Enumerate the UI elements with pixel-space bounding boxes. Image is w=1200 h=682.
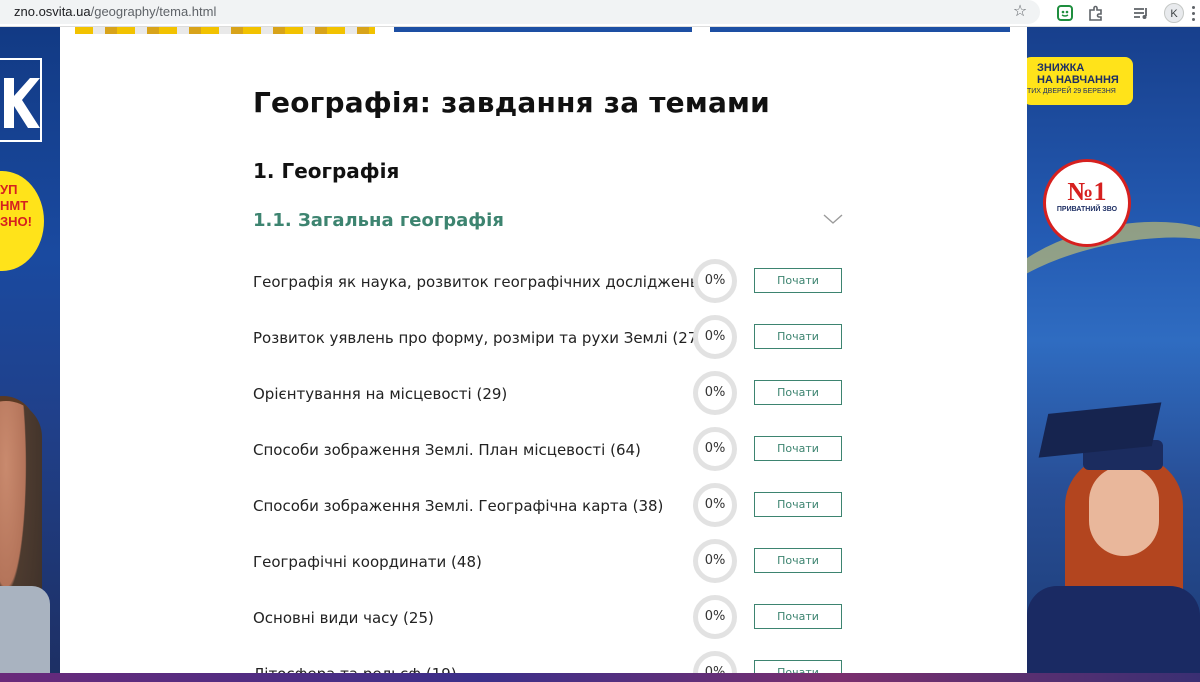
top-banner-strip[interactable]	[60, 26, 1027, 36]
progress-value: 0%	[704, 609, 726, 624]
topic-row: Способи зображення Землі. Географічна ка…	[253, 483, 853, 529]
ad-promo-text: УП НМТ ЗНО!	[0, 182, 32, 229]
profile-avatar[interactable]: K	[1164, 3, 1184, 23]
progress-ring: 0%	[693, 427, 737, 471]
ad-discount-text: ЗНИЖКА НА НАВЧАННЯ	[1037, 62, 1119, 86]
topic-row: Географія як наука, розвиток географічни…	[253, 259, 853, 305]
ad-discount-line1: ЗНИЖКА	[1037, 62, 1085, 74]
start-button[interactable]: Почати	[754, 324, 842, 349]
banner-stripe-left	[75, 26, 375, 34]
ad-graduate-face	[1089, 466, 1159, 556]
progress-ring: 0%	[693, 483, 737, 527]
start-button[interactable]: Почати	[754, 268, 842, 293]
ad-seal-caption: ПРИВАТНИЙ ЗВО	[1056, 206, 1118, 213]
progress-ring: 0%	[693, 315, 737, 359]
topic-label[interactable]: Основні види часу (25)	[253, 609, 434, 627]
media-queue-icon[interactable]	[1132, 4, 1150, 22]
progress-ring: 0%	[693, 259, 737, 303]
ad-number-one-seal: №1 ПРИВАТНИЙ ЗВО	[1043, 159, 1131, 247]
topic-row: Способи зображення Землі. План місцевост…	[253, 427, 853, 473]
subsection-accordion-header[interactable]: 1.1. Загальна географія	[253, 206, 843, 236]
topic-row: Орієнтування на місцевості (29) 0% Почат…	[253, 371, 853, 417]
progress-value: 0%	[704, 497, 726, 512]
url-path: /geography/tema.html	[90, 4, 217, 19]
puzzle-extensions-icon[interactable]	[1087, 4, 1105, 22]
topic-label[interactable]: Способи зображення Землі. Географічна ка…	[253, 497, 663, 515]
ad-graduate-gown	[1027, 586, 1200, 682]
topic-row: Географічні координати (48) 0% Почати	[253, 539, 853, 585]
topic-row: Розвиток уявлень про форму, розміри та р…	[253, 315, 853, 361]
chevron-down-icon[interactable]	[823, 212, 843, 224]
right-advertisement[interactable]: ЗНИЖКА НА НАВЧАННЯ ТИХ ДВЕРЕЙ 29 БЕРЕЗНЯ…	[1027, 26, 1200, 682]
ad-person-shirt	[0, 586, 50, 682]
topic-label[interactable]: Географічні координати (48)	[253, 553, 482, 571]
progress-value: 0%	[704, 273, 726, 288]
topic-label[interactable]: Орієнтування на місцевості (29)	[253, 385, 507, 403]
progress-value: 0%	[704, 553, 726, 568]
progress-value: 0%	[704, 385, 726, 400]
ad-discount-line2: НА НАВЧАННЯ	[1037, 74, 1119, 86]
progress-value: 0%	[704, 329, 726, 344]
topic-label[interactable]: Способи зображення Землі. План місцевост…	[253, 441, 641, 459]
page-title: Географія: завдання за темами	[253, 86, 770, 119]
start-button[interactable]: Почати	[754, 436, 842, 461]
ad-seal-number: №1	[1067, 177, 1107, 206]
topic-label[interactable]: Розвиток уявлень про форму, розміри та р…	[253, 329, 703, 347]
left-advertisement[interactable]: УП НМТ ЗНО!	[0, 26, 60, 682]
more-menu-icon[interactable]	[1190, 4, 1196, 22]
topic-row: Основні види часу (25) 0% Почати	[253, 595, 853, 641]
progress-value: 0%	[704, 441, 726, 456]
ad-logo	[0, 58, 42, 142]
url-host: zno.osvita.ua	[14, 4, 91, 19]
start-button[interactable]: Почати	[754, 380, 842, 405]
ad-discount-subtitle: ТИХ ДВЕРЕЙ 29 БЕРЕЗНЯ	[1027, 88, 1116, 95]
progress-ring: 0%	[693, 539, 737, 583]
main-content: Географія: завдання за темами 1. Географ…	[60, 26, 1027, 682]
start-button[interactable]: Почати	[754, 492, 842, 517]
browser-toolbar: zno.osvita.ua/geography/tema.html ☆ K	[0, 0, 1200, 27]
url-text[interactable]: zno.osvita.ua/geography/tema.html	[14, 4, 216, 19]
progress-ring: 0%	[693, 595, 737, 639]
start-button[interactable]: Почати	[754, 548, 842, 573]
progress-ring: 0%	[693, 371, 737, 415]
subsection-title: 1.1. Загальна географія	[253, 210, 504, 231]
extension-icon[interactable]	[1056, 4, 1074, 22]
section-title: 1. Географія	[253, 159, 400, 183]
topic-label[interactable]: Географія як наука, розвиток географічни…	[253, 273, 734, 291]
bookmark-star-icon[interactable]: ☆	[1011, 3, 1029, 21]
os-taskbar-strip	[0, 673, 1200, 682]
address-bar[interactable]: zno.osvita.ua/geography/tema.html ☆	[0, 0, 1040, 24]
start-button[interactable]: Почати	[754, 604, 842, 629]
